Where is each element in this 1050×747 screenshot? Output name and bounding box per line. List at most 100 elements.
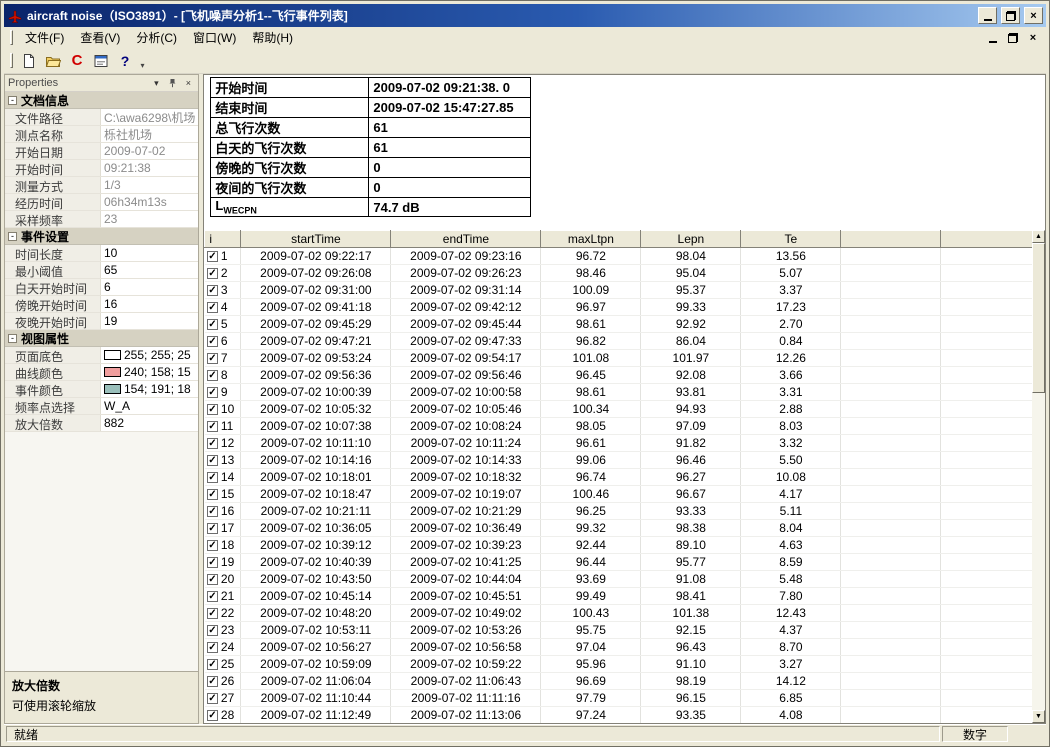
event-row[interactable]: ✓232009-07-02 10:53:112009-07-02 10:53:2…: [205, 622, 1046, 639]
event-row[interactable]: ✓82009-07-02 09:56:362009-07-02 09:56:46…: [205, 367, 1046, 384]
event-checkbox-icon[interactable]: ✓: [207, 659, 218, 670]
property-value[interactable]: 16: [101, 296, 198, 312]
event-row[interactable]: ✓252009-07-02 10:59:092009-07-02 10:59:2…: [205, 656, 1046, 673]
event-row[interactable]: ✓32009-07-02 09:31:002009-07-02 09:31:14…: [205, 282, 1046, 299]
event-checkbox-icon[interactable]: ✓: [207, 472, 218, 483]
menu-help[interactable]: 帮助(H): [244, 27, 301, 48]
property-value[interactable]: 1/3: [101, 177, 198, 193]
property-value[interactable]: 19: [101, 313, 198, 329]
property-row[interactable]: 时间长度10: [5, 245, 198, 262]
event-checkbox-icon[interactable]: ✓: [207, 336, 218, 347]
property-value[interactable]: C:\awa6298\机场: [101, 109, 198, 125]
c-weighting-button[interactable]: C: [65, 50, 89, 72]
event-checkbox-icon[interactable]: ✓: [207, 608, 218, 619]
event-checkbox-icon[interactable]: ✓: [207, 523, 218, 534]
property-row[interactable]: 开始时间09:21:38: [5, 160, 198, 177]
scroll-up-button[interactable]: ▲: [1032, 230, 1045, 243]
mdi-restore-button[interactable]: [1004, 30, 1022, 46]
event-checkbox-icon[interactable]: ✓: [207, 489, 218, 500]
property-value[interactable]: 6: [101, 279, 198, 295]
menu-analyze[interactable]: 分析(C): [128, 27, 185, 48]
event-checkbox-icon[interactable]: ✓: [207, 387, 218, 398]
event-row[interactable]: ✓242009-07-02 10:56:272009-07-02 10:56:5…: [205, 639, 1046, 656]
event-row[interactable]: ✓132009-07-02 10:14:162009-07-02 10:14:3…: [205, 452, 1046, 469]
column-header-i[interactable]: i: [205, 231, 241, 248]
event-row[interactable]: ✓102009-07-02 10:05:322009-07-02 10:05:4…: [205, 401, 1046, 418]
event-row[interactable]: ✓222009-07-02 10:48:202009-07-02 10:49:0…: [205, 605, 1046, 622]
event-checkbox-icon[interactable]: ✓: [207, 319, 218, 330]
event-row[interactable]: ✓202009-07-02 10:43:502009-07-02 10:44:0…: [205, 571, 1046, 588]
property-value[interactable]: 154; 191; 18: [101, 381, 198, 397]
event-row[interactable]: ✓162009-07-02 10:21:112009-07-02 10:21:2…: [205, 503, 1046, 520]
event-row[interactable]: ✓52009-07-02 09:45:292009-07-02 09:45:44…: [205, 316, 1046, 333]
event-checkbox-icon[interactable]: ✓: [207, 438, 218, 449]
column-header-Te[interactable]: Te: [741, 231, 841, 248]
collapse-icon[interactable]: -: [8, 334, 17, 343]
menu-file[interactable]: 文件(F): [17, 27, 72, 48]
minimize-button[interactable]: [978, 7, 997, 24]
collapse-icon[interactable]: -: [8, 232, 17, 241]
event-row[interactable]: ✓22009-07-02 09:26:082009-07-02 09:26:23…: [205, 265, 1046, 282]
property-value[interactable]: 882: [101, 415, 198, 431]
event-checkbox-icon[interactable]: ✓: [207, 455, 218, 466]
scroll-down-button[interactable]: ▼: [1032, 710, 1045, 723]
scrollbar-thumb[interactable]: [1032, 243, 1045, 393]
property-value[interactable]: W_A: [101, 398, 198, 414]
event-row[interactable]: ✓112009-07-02 10:07:382009-07-02 10:08:2…: [205, 418, 1046, 435]
column-header-endTime[interactable]: endTime: [391, 231, 541, 248]
event-checkbox-icon[interactable]: ✓: [207, 540, 218, 551]
panel-close-button[interactable]: ×: [181, 77, 195, 90]
toolbar-options-button[interactable]: ▾: [137, 50, 148, 72]
properties-panel-header[interactable]: Properties ▾ ×: [5, 75, 198, 92]
open-folder-button[interactable]: [41, 50, 65, 72]
event-row[interactable]: ✓152009-07-02 10:18:472009-07-02 10:19:0…: [205, 486, 1046, 503]
help-button[interactable]: ?: [113, 50, 137, 72]
property-row[interactable]: 事件颜色154; 191; 18: [5, 381, 198, 398]
property-row[interactable]: 测点名称栎社机场: [5, 126, 198, 143]
property-row[interactable]: 频率点选择W_A: [5, 398, 198, 415]
event-row[interactable]: ✓192009-07-02 10:40:392009-07-02 10:41:2…: [205, 554, 1046, 571]
property-row[interactable]: 最小阈值65: [5, 262, 198, 279]
property-value[interactable]: 06h34m13s: [101, 194, 198, 210]
event-row[interactable]: ✓212009-07-02 10:45:142009-07-02 10:45:5…: [205, 588, 1046, 605]
property-row[interactable]: 白天开始时间6: [5, 279, 198, 296]
property-row[interactable]: 页面底色255; 255; 25: [5, 347, 198, 364]
event-row[interactable]: ✓12009-07-02 09:22:172009-07-02 09:23:16…: [205, 248, 1046, 265]
event-row[interactable]: ✓172009-07-02 10:36:052009-07-02 10:36:4…: [205, 520, 1046, 537]
vertical-scrollbar[interactable]: ▲ ▼: [1032, 230, 1045, 723]
event-row[interactable]: ✓272009-07-02 11:10:442009-07-02 11:11:1…: [205, 690, 1046, 707]
property-row[interactable]: 放大倍数882: [5, 415, 198, 432]
event-row[interactable]: ✓142009-07-02 10:18:012009-07-02 10:18:3…: [205, 469, 1046, 486]
event-checkbox-icon[interactable]: ✓: [207, 693, 218, 704]
panel-pin-button[interactable]: [165, 77, 179, 90]
menu-view[interactable]: 查看(V): [72, 27, 128, 48]
event-checkbox-icon[interactable]: ✓: [207, 574, 218, 585]
menu-grip[interactable]: [10, 30, 13, 45]
panel-menu-button[interactable]: ▾: [149, 77, 163, 90]
event-checkbox-icon[interactable]: ✓: [207, 251, 218, 262]
title-bar[interactable]: aircraft noise（ISO3891）- [飞机噪声分析1--飞行事件列…: [4, 4, 1046, 27]
properties-window-button[interactable]: [89, 50, 113, 72]
property-value[interactable]: 09:21:38: [101, 160, 198, 176]
event-row[interactable]: ✓262009-07-02 11:06:042009-07-02 11:06:4…: [205, 673, 1046, 690]
event-checkbox-icon[interactable]: ✓: [207, 370, 218, 381]
event-row[interactable]: ✓122009-07-02 10:11:102009-07-02 10:11:2…: [205, 435, 1046, 452]
collapse-icon[interactable]: -: [8, 96, 17, 105]
event-checkbox-icon[interactable]: ✓: [207, 268, 218, 279]
event-checkbox-icon[interactable]: ✓: [207, 302, 218, 313]
property-row[interactable]: 开始日期2009-07-02: [5, 143, 198, 160]
event-checkbox-icon[interactable]: ✓: [207, 421, 218, 432]
property-row[interactable]: 测量方式1/3: [5, 177, 198, 194]
property-row[interactable]: 曲线颜色240; 158; 15: [5, 364, 198, 381]
property-value[interactable]: 2009-07-02: [101, 143, 198, 159]
event-checkbox-icon[interactable]: ✓: [207, 625, 218, 636]
event-row[interactable]: ✓92009-07-02 10:00:392009-07-02 10:00:58…: [205, 384, 1046, 401]
column-header-maxLtpn[interactable]: maxLtpn: [541, 231, 641, 248]
property-row[interactable]: 傍晚开始时间16: [5, 296, 198, 313]
property-row[interactable]: 采样频率23: [5, 211, 198, 228]
event-checkbox-icon[interactable]: ✓: [207, 710, 218, 721]
property-value[interactable]: 255; 255; 25: [101, 347, 198, 363]
event-row[interactable]: ✓282009-07-02 11:12:492009-07-02 11:13:0…: [205, 707, 1046, 724]
close-button[interactable]: ×: [1024, 7, 1043, 24]
property-row[interactable]: 文件路径C:\awa6298\机场: [5, 109, 198, 126]
